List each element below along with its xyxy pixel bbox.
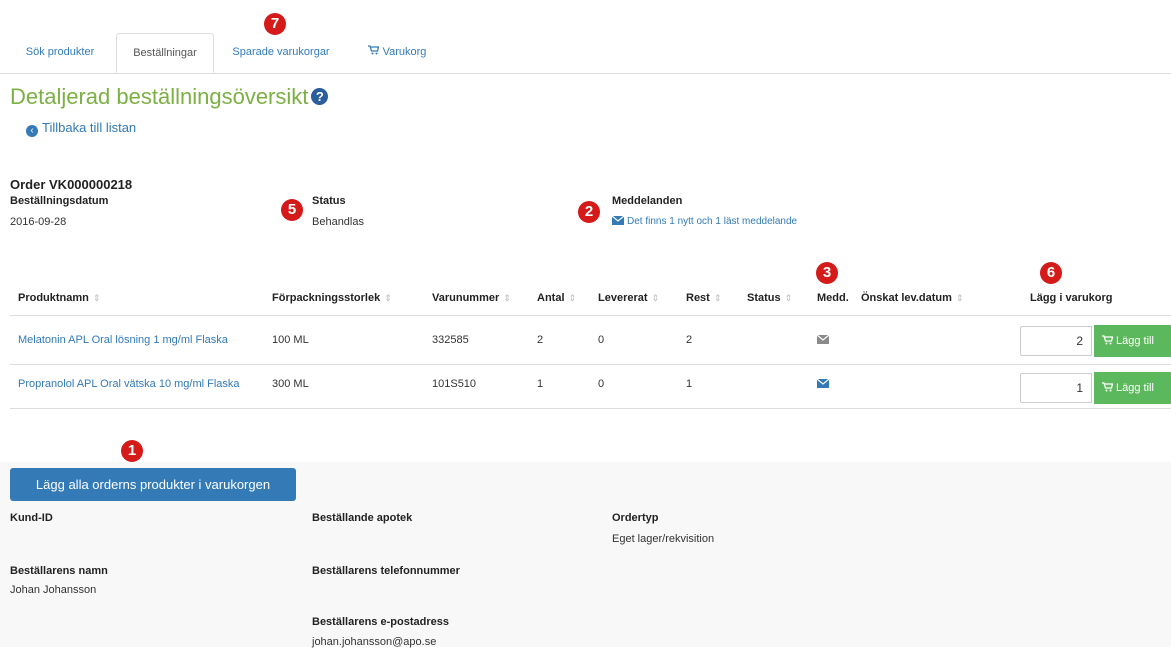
tab-cart[interactable]: Varukorg [352,33,442,73]
cart-icon [1102,335,1114,345]
status-label: Status [312,195,346,207]
col-header-messages: Medd. [817,292,849,304]
status-value: Behandlas [312,216,364,228]
messages-link[interactable]: Det finns 1 nytt och 1 läst meddelande [612,216,797,227]
tab-saved-carts[interactable]: Sparade varukorgar [220,33,342,73]
item-number: 101S510 [432,378,477,390]
add-all-to-cart-button[interactable]: Lägg alla orderns produkter i varukorgen [10,468,296,501]
col-header-status[interactable]: Status ⇕ [747,292,792,304]
back-to-list-link[interactable]: ‹ Tillbaka till listan [26,120,136,137]
order-number: Order VK000000218 [10,177,133,192]
package-size: 100 ML [272,334,309,346]
quantity-input[interactable] [1020,373,1092,403]
sort-icon: ⇕ [713,293,722,303]
customer-id-label: Kund-ID [10,512,53,524]
annotation-badge-6: 6 [1040,262,1062,284]
quantity: 2 [537,334,544,346]
col-header-quantity[interactable]: Antal ⇕ [537,292,576,304]
col-header-product-name[interactable]: Produktnamn ⇕ [18,292,100,304]
orderer-email-label: Beställarens e-postadress [312,616,449,628]
sort-icon: ⇕ [651,293,660,303]
ordering-pharmacy-label: Beställande apotek [312,512,413,524]
col-header-add-to-cart: Lägg i varukorg [1030,292,1113,304]
orderer-name-label: Beställarens namn [10,565,108,577]
tab-search-products[interactable]: Sök produkter [10,33,110,73]
annotation-badge-1: 1 [121,440,143,462]
orderer-email: johan.johansson@apo.se [312,636,437,648]
cart-icon [1102,382,1114,392]
cart-icon [367,33,379,71]
sort-icon: ⇕ [955,293,964,303]
annotation-badge-3: 3 [816,262,838,284]
tab-orders[interactable]: Beställningar [116,33,214,73]
sort-icon: ⇕ [568,293,577,303]
order-type-label: Ordertyp [612,512,659,524]
order-type-value: Eget lager/rekvisition [612,533,715,545]
col-header-desired-date[interactable]: Önskat lev.datum ⇕ [861,292,963,304]
add-to-cart-button[interactable]: Lägg till [1094,372,1171,404]
col-header-rest[interactable]: Rest ⇕ [686,292,721,304]
page-title: Detaljerad beställningsöversikt? [10,84,329,110]
quantity: 1 [537,378,544,390]
package-size: 300 ML [272,378,309,390]
row-divider [10,408,1171,409]
orderer-name: Johan Johansson [10,584,97,596]
messages-label: Meddelanden [612,195,683,207]
sort-icon: ⇕ [92,293,101,303]
order-date-label: Beställningsdatum [10,195,109,207]
delivered: 0 [598,334,605,346]
rest: 2 [686,334,693,346]
envelope-new-icon[interactable] [817,379,829,388]
envelope-icon [612,216,624,225]
product-name-link[interactable]: Melatonin APL Oral lösning 1 mg/ml Flask… [18,334,228,346]
delivered: 0 [598,378,605,390]
annotation-badge-5: 5 [281,199,303,221]
help-icon[interactable]: ? [311,88,329,105]
sort-icon: ⇕ [384,293,392,303]
quantity-input[interactable] [1020,326,1092,356]
tab-bar: Sök produkter Beställningar Sparade varu… [0,33,1171,74]
arrow-left-circle-icon: ‹ [26,125,38,137]
envelope-read-icon[interactable] [817,335,829,344]
item-number: 332585 [432,334,469,346]
order-date: 2016-09-28 [10,216,67,228]
rest: 1 [686,378,693,390]
col-header-delivered[interactable]: Levererat ⇕ [598,292,659,304]
sort-icon: ⇕ [784,293,793,303]
col-header-package-size[interactable]: Förpackningsstorlek ⇕ [272,292,392,304]
product-name-link[interactable]: Propranolol APL Oral vätska 10 mg/ml Fla… [18,378,240,390]
annotation-badge-7: 7 [264,13,286,35]
orderer-phone-label: Beställarens telefonnummer [312,565,460,577]
table-header-divider [10,315,1171,316]
sort-icon: ⇕ [503,293,511,303]
col-header-item-number[interactable]: Varunummer ⇕ [432,292,511,304]
row-divider [10,364,1171,365]
annotation-badge-2: 2 [578,201,600,223]
add-to-cart-button[interactable]: Lägg till [1094,325,1171,357]
